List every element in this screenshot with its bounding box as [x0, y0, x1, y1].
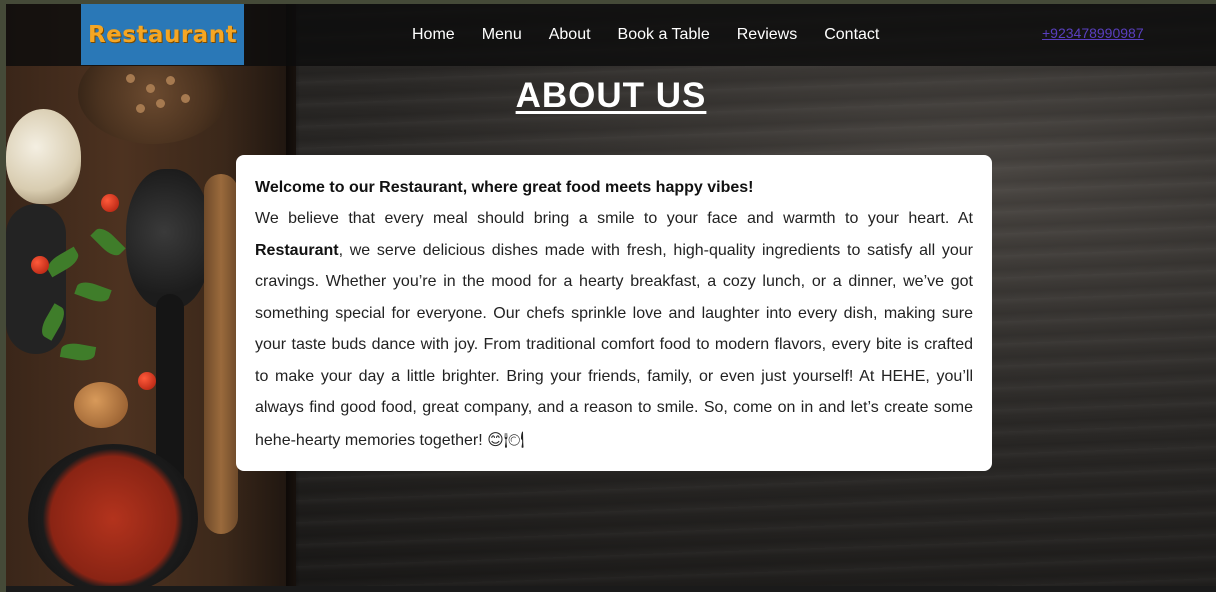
wooden-spoon: [204, 174, 238, 534]
phone-link[interactable]: +923478990987: [1042, 25, 1144, 41]
welcome-heading: Welcome to our Restaurant, where great f…: [255, 179, 754, 196]
navbar: Restaurant Home Menu About Book a Table …: [6, 4, 1216, 66]
bottom-strip: [6, 586, 1216, 592]
chili-bowl: [28, 444, 198, 586]
about-text-part1: We believe that every meal should bring …: [255, 210, 973, 227]
nav-about[interactable]: About: [549, 26, 591, 44]
nav-links: Home Menu About Book a Table Reviews Con…: [412, 26, 906, 44]
nav-home[interactable]: Home: [412, 26, 455, 44]
pan: [6, 204, 66, 354]
garlic: [6, 109, 81, 204]
nav-contact[interactable]: Contact: [824, 26, 879, 44]
nav-reviews[interactable]: Reviews: [737, 26, 797, 44]
brand-name: Restaurant: [255, 241, 339, 259]
tomato: [138, 372, 156, 390]
tomato: [101, 194, 119, 212]
nav-book-a-table[interactable]: Book a Table: [618, 26, 710, 44]
pumpkin: [74, 382, 128, 428]
tomato: [31, 256, 49, 274]
black-spoon: [126, 169, 211, 309]
herb-leaf: [74, 278, 112, 306]
about-text-part2: , we serve delicious dishes made with fr…: [255, 241, 973, 449]
logo-text: Restaurant: [87, 21, 238, 48]
about-title: ABOUT US: [515, 76, 707, 115]
herb-leaf: [90, 224, 126, 260]
about-paragraph: We believe that every meal should bring …: [255, 203, 973, 456]
herb-leaf: [59, 341, 97, 363]
smile-plate-icon: 😊🍽: [487, 429, 525, 449]
about-card: Welcome to our Restaurant, where great f…: [236, 155, 992, 471]
page-background: Restaurant Home Menu About Book a Table …: [6, 4, 1216, 586]
nav-menu[interactable]: Menu: [482, 26, 522, 44]
logo[interactable]: Restaurant: [81, 4, 244, 65]
